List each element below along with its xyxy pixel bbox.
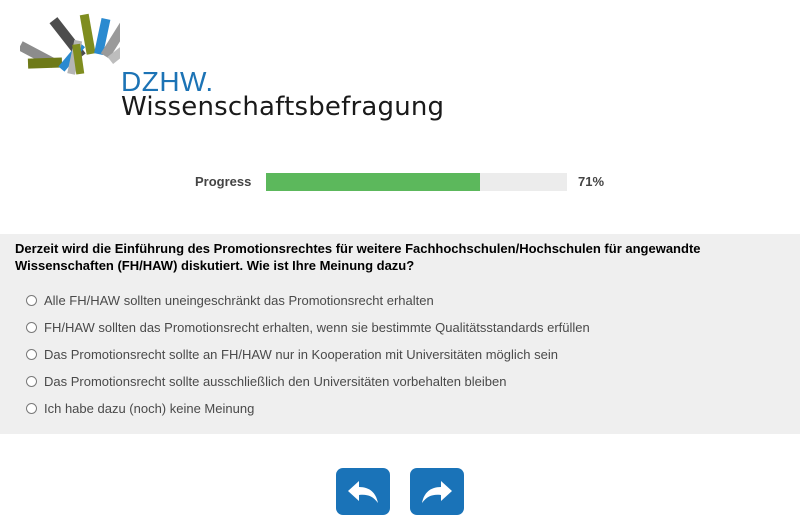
survey-page: DZHW. Wissenschaftsbefragung Progress 71… xyxy=(0,0,800,523)
answer-option-label: Das Promotionsrecht sollte an FH/HAW nur… xyxy=(44,346,558,362)
answer-option[interactable]: Das Promotionsrecht sollte an FH/HAW nur… xyxy=(26,344,558,364)
next-button[interactable] xyxy=(410,468,464,515)
progress-bar-fill xyxy=(266,173,480,191)
answer-option[interactable]: Alle FH/HAW sollten uneingeschränkt das … xyxy=(26,290,434,310)
radio-button[interactable] xyxy=(26,375,37,387)
back-arrow-icon xyxy=(348,480,378,503)
progress-label: Progress xyxy=(195,174,252,189)
dzhw-logo: DZHW. Wissenschaftsbefragung xyxy=(20,8,444,122)
progress-bar xyxy=(266,173,567,191)
radio-button[interactable] xyxy=(26,348,37,360)
answer-option[interactable]: Ich habe dazu (noch) keine Meinung xyxy=(26,398,254,418)
radio-button[interactable] xyxy=(26,321,37,333)
question-panel: Derzeit wird die Einführung des Promotio… xyxy=(0,234,800,434)
answer-option[interactable]: FH/HAW sollten das Promotionsrecht erhal… xyxy=(26,317,590,337)
back-button[interactable] xyxy=(336,468,390,515)
progress-section: Progress 71% xyxy=(0,172,800,192)
answer-option[interactable]: Das Promotionsrecht sollte ausschließlic… xyxy=(26,371,506,391)
brand-subtitle: Wissenschaftsbefragung xyxy=(121,92,445,122)
radio-button[interactable] xyxy=(26,294,37,306)
answer-option-label: Ich habe dazu (noch) keine Meinung xyxy=(44,400,255,416)
answer-option-label: Das Promotionsrecht sollte ausschließlic… xyxy=(44,373,507,389)
answer-option-label: FH/HAW sollten das Promotionsrecht erhal… xyxy=(44,319,590,335)
question-text: Derzeit wird die Einführung des Promotio… xyxy=(15,241,701,273)
answer-option-label: Alle FH/HAW sollten uneingeschränkt das … xyxy=(44,292,434,308)
logo-mark-icon xyxy=(20,13,120,75)
radio-button[interactable] xyxy=(26,402,37,414)
forward-arrow-icon xyxy=(422,480,452,503)
progress-value: 71% xyxy=(578,174,605,189)
